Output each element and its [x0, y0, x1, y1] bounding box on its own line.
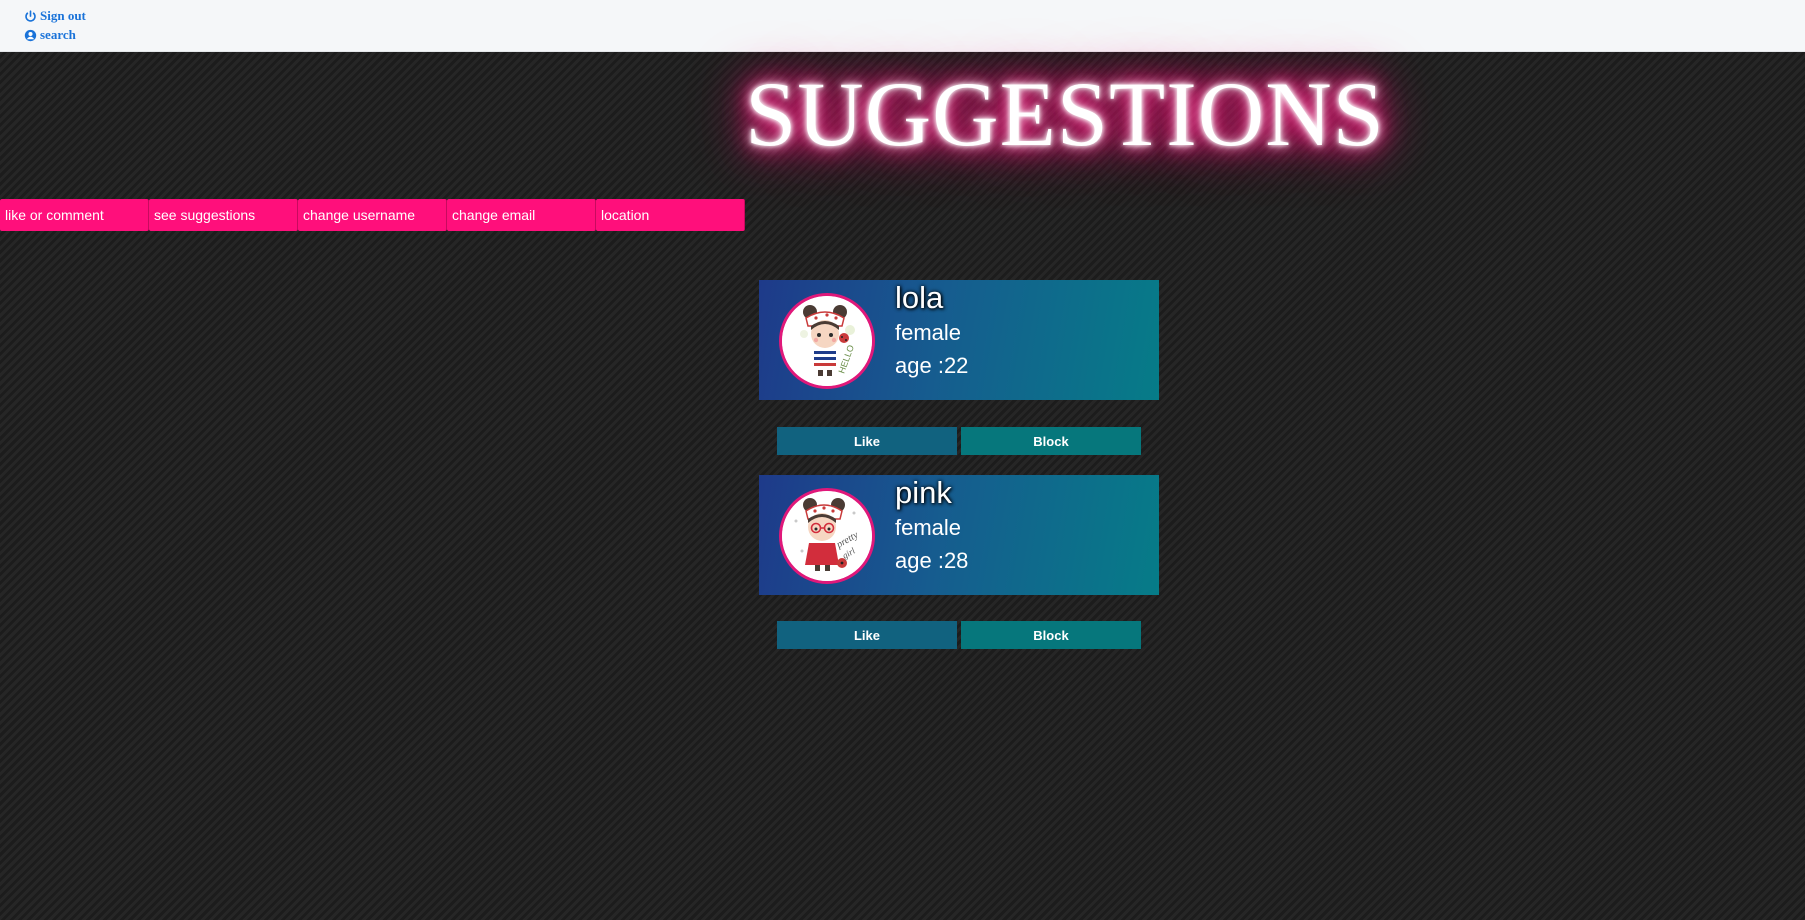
sign-out-link[interactable]: Sign out — [24, 8, 86, 24]
profile-gender: female — [895, 320, 962, 345]
page-title: SUGGESTIONS — [745, 63, 1385, 165]
nav-item-see-suggestions[interactable]: see suggestions — [149, 199, 298, 231]
block-button[interactable]: Block — [961, 621, 1141, 649]
cartoon-girl-pretty-girl-avatar-icon: pretty girl — [782, 491, 872, 581]
profile-age: age :28 — [895, 548, 968, 574]
nav-item-change-username[interactable]: change username — [298, 199, 447, 231]
block-button[interactable]: Block — [961, 427, 1141, 455]
nav-item-change-email[interactable]: change email — [447, 199, 596, 231]
profile-name: pink — [895, 475, 952, 510]
avatar: HELLO — [779, 293, 875, 389]
top-bar: Sign out search — [0, 0, 1805, 52]
search-link[interactable]: search — [24, 27, 76, 43]
like-button[interactable]: Like — [777, 621, 957, 649]
age-value: 22 — [943, 353, 969, 378]
age-value: 28 — [943, 548, 969, 573]
like-button[interactable]: Like — [777, 427, 957, 455]
user-circle-icon — [24, 29, 37, 41]
profile-age: age :22 — [895, 353, 968, 379]
profile-card: HELLO lola female age :22 — [759, 280, 1159, 400]
search-label: search — [40, 27, 76, 42]
cartoon-girl-hello-avatar-icon: HELLO — [782, 296, 872, 386]
profile-name: lola — [895, 280, 944, 315]
profile-card: pretty girl pink female age :28 — [759, 475, 1159, 595]
age-label: age : — [895, 353, 944, 378]
avatar: pretty girl — [779, 488, 875, 584]
sign-out-label: Sign out — [40, 8, 86, 23]
nav-bar: like or comment see suggestions change u… — [0, 199, 745, 231]
nav-item-like-or-comment[interactable]: like or comment — [0, 199, 149, 231]
age-label: age : — [895, 548, 944, 573]
nav-item-location[interactable]: location — [596, 199, 745, 231]
power-icon — [25, 9, 36, 22]
profile-gender: female — [895, 515, 962, 540]
